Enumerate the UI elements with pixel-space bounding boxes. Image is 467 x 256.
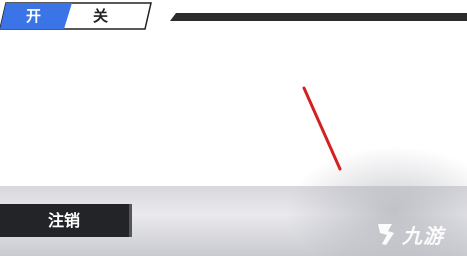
watermark: 九游 bbox=[372, 220, 467, 250]
red-pointer-line bbox=[302, 86, 342, 171]
watermark-logo-icon bbox=[378, 224, 394, 245]
logout-button[interactable]: 注销 bbox=[0, 204, 132, 237]
on-off-toggle[interactable]: 开 关 bbox=[0, 2, 152, 30]
watermark-text: 九游 bbox=[402, 224, 444, 248]
toggle-background bbox=[0, 2, 152, 30]
toggle-off-option[interactable]: 关 bbox=[93, 2, 108, 30]
header-divider bbox=[170, 13, 467, 21]
toggle-on-option[interactable]: 开 bbox=[26, 2, 41, 30]
logout-label: 注销 bbox=[47, 211, 80, 230]
